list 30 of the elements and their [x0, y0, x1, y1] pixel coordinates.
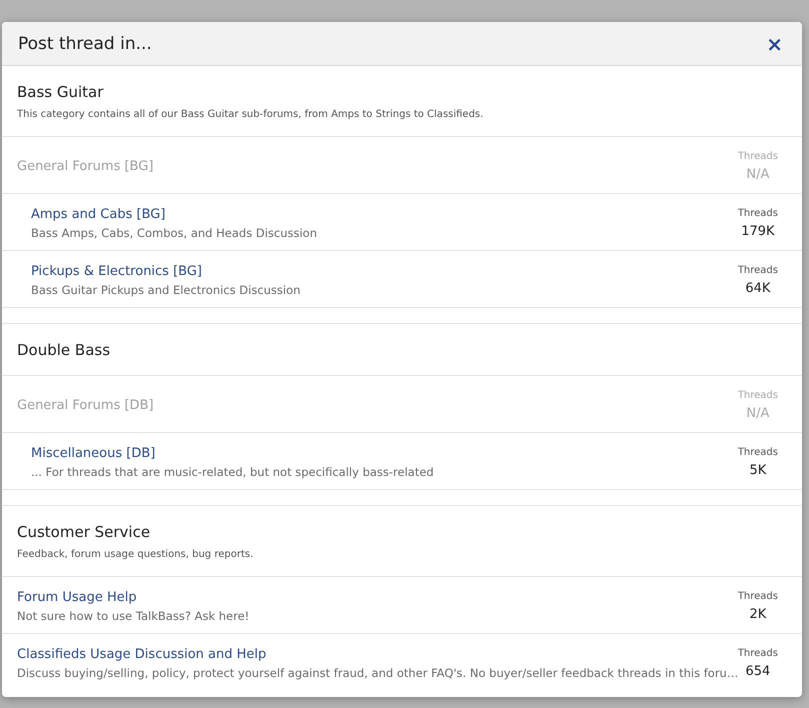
forum-description: ... For threads that are music-related, but not specifically bass-related	[31, 464, 434, 478]
forum-link[interactable]: Forum Usage Help	[17, 590, 137, 604]
forum-description: Bass Amps, Cabs, Combos, and Heads Discussion	[31, 226, 317, 240]
threads-label: Threads	[738, 150, 778, 162]
forum-description: Not sure how to use TalkBass? Ask here!	[17, 608, 250, 622]
category-description: Feedback, forum usage questions, bug reports.	[17, 549, 254, 560]
forum-link[interactable]: Classifieds Usage Discussion and Help	[17, 646, 266, 662]
category-description: This category contains all of our Bass Guitar sub-forums, from Amps to Strings to Classifieds.	[17, 109, 484, 120]
threads-label: Threads	[738, 446, 778, 458]
threads-count: 179K	[741, 224, 775, 238]
threads-count: 64K	[745, 280, 770, 296]
threads-count: 2K	[750, 606, 766, 622]
forum-description: Bass Guitar Pickups and Electronics Discussion	[31, 282, 300, 296]
category-title: Customer Service	[17, 523, 150, 541]
category-title: Double Bass	[17, 341, 110, 359]
close-button[interactable]: ×	[766, 34, 783, 54]
threads-label: Threads	[738, 590, 778, 602]
threads-label: Threads	[738, 390, 778, 400]
threads-label: Threads	[738, 648, 778, 658]
forum-description: Discuss buying/selling, policy, protect yourself against fraud, and other FAQ's. No buyer/seller feedback threads in this foru…	[17, 666, 738, 680]
threads-count: N/A	[746, 406, 770, 420]
dialog-title: Post thread in...	[18, 34, 152, 54]
threads-label: Threads	[738, 264, 778, 276]
category-title: Bass Guitar	[17, 83, 104, 101]
forum-group-title: General Forums [BG]	[17, 158, 154, 174]
threads-label: Threads	[738, 208, 778, 218]
threads-count: 5K	[750, 462, 766, 478]
threads-count: 654	[745, 664, 770, 678]
threads-count: N/A	[746, 166, 770, 182]
forum-group-title: General Forums [DB]	[17, 398, 154, 412]
